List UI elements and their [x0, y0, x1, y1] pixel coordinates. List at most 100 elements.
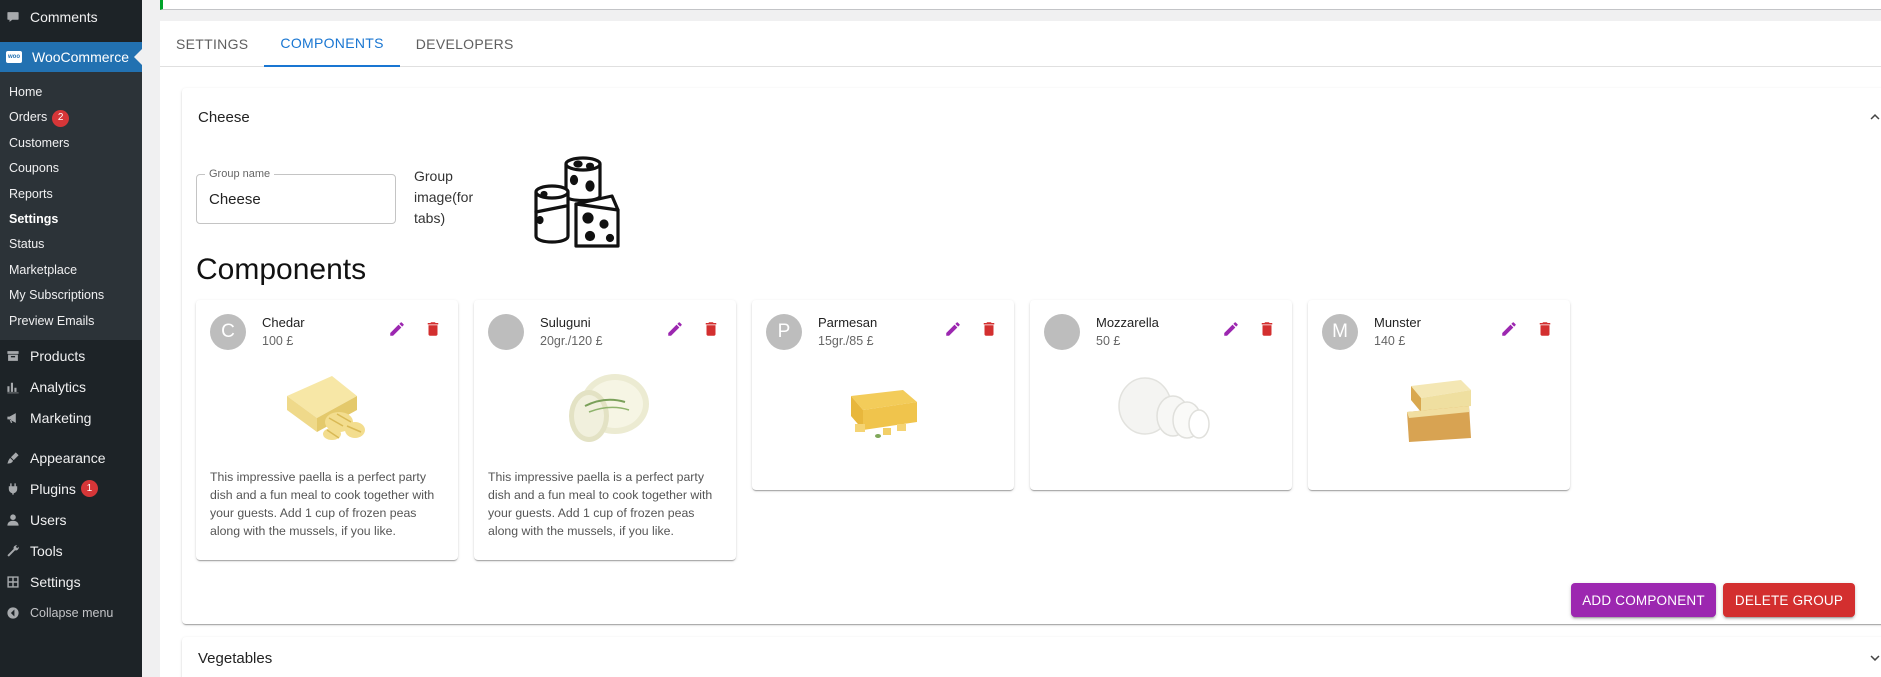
component-card: Suluguni 20gr./120 £ This impressive pae… [474, 300, 736, 560]
submenu-label: Orders [9, 110, 48, 125]
component-card: M Munster 140 £ [1308, 300, 1570, 490]
edit-icon[interactable] [1498, 318, 1520, 340]
component-price: 100 £ [262, 334, 294, 348]
menu-item-label: Products [30, 347, 86, 364]
group-panel-vegetables: Vegetables [182, 637, 1881, 677]
menu-item-comments[interactable]: Comments [0, 0, 142, 34]
component-name: Chedar [262, 315, 305, 330]
submenu-label: Reports [9, 186, 53, 201]
menu-item-label: Tools [30, 542, 63, 559]
megaphone-icon [6, 411, 20, 425]
group-panel-header[interactable]: Cheese [198, 88, 250, 146]
submenu-label: Home [9, 85, 43, 99]
edit-icon[interactable] [942, 318, 964, 340]
submenu-item-customers[interactable]: Customers [0, 131, 142, 156]
submenu-item-reports[interactable]: Reports [0, 182, 142, 207]
menu-item-label: Appearance [30, 449, 106, 466]
menu-item-label: Plugins [30, 480, 76, 497]
tab-components[interactable]: COMPONENTS [264, 21, 400, 67]
menu-item-label: Analytics [30, 378, 87, 395]
edit-icon[interactable] [664, 318, 686, 340]
collapse-menu-button[interactable]: Collapse menu [0, 597, 142, 628]
menu-item-label: Settings [30, 573, 81, 590]
menu-item-analytics[interactable]: Analytics [0, 371, 142, 402]
delete-icon[interactable] [1534, 318, 1556, 340]
components-heading: Components [196, 253, 367, 286]
menu-item-label: Marketing [30, 409, 92, 426]
submenu-item-marketplace[interactable]: Marketplace [0, 258, 142, 283]
chevron-up-icon[interactable] [1866, 108, 1881, 126]
main-content: SETTINGS COMPONENTS DEVELOPERS Cheese Gr… [142, 0, 1881, 677]
menu-item-label: Collapse menu [30, 605, 114, 620]
group-name-label: Group name [205, 168, 275, 180]
delete-group-button[interactable]: DELETE GROUP [1723, 583, 1855, 617]
group-name-value: Cheese [209, 191, 261, 208]
woocommerce-submenu: Home Orders 2 Customers Coupons Reports S… [0, 72, 142, 340]
tabs-bar: SETTINGS COMPONENTS DEVELOPERS [160, 21, 1881, 67]
component-name: Suluguni [540, 315, 591, 330]
submenu-item-my-subscriptions[interactable]: My Subscriptions [0, 283, 142, 308]
component-card: Mozzarella 50 £ [1030, 300, 1292, 490]
component-price: 50 £ [1096, 334, 1121, 348]
menu-item-users[interactable]: Users [0, 504, 142, 535]
archive-icon [6, 349, 20, 363]
settings-icon [6, 575, 20, 589]
admin-lower-menu: Products Analytics Marketing Appearance … [0, 340, 142, 628]
component-description: This impressive paella is a perfect part… [210, 470, 435, 538]
component-description: This impressive paella is a perfect part… [488, 470, 713, 538]
delete-icon[interactable] [700, 318, 722, 340]
admin-sidebar: Comments woo WooCommerce Home Orders 2 Cu… [0, 0, 142, 677]
component-name: Parmesan [818, 315, 878, 330]
plugins-update-badge: 1 [80, 480, 98, 497]
paintbrush-icon [6, 451, 20, 465]
component-card: P Parmesan 15gr./85 £ [752, 300, 1014, 490]
orders-count-badge: 2 [52, 109, 70, 127]
avatar: C [210, 314, 246, 350]
user-icon [6, 513, 20, 527]
delete-icon[interactable] [1256, 318, 1278, 340]
woocommerce-icon: woo [6, 51, 22, 63]
submenu-label: Marketplace [9, 262, 78, 277]
submenu-label: Preview Emails [9, 313, 95, 328]
group-panel-cheese: Cheese Group name Cheese Group image(for… [182, 88, 1881, 624]
menu-item-woocommerce[interactable]: woo WooCommerce [0, 42, 142, 72]
component-card: C Chedar 100 £ This impressive paella is… [196, 300, 458, 560]
edit-icon[interactable] [1220, 318, 1242, 340]
submenu-item-coupons[interactable]: Coupons [0, 156, 142, 181]
tab-settings[interactable]: SETTINGS [160, 21, 264, 67]
submenu-item-orders[interactable]: Orders 2 [0, 105, 142, 130]
cheddar-image [277, 366, 377, 446]
tab-developers[interactable]: DEVELOPERS [400, 21, 530, 67]
notice-bar [160, 0, 1881, 10]
group-panel-header[interactable]: Vegetables [198, 637, 272, 677]
submenu-item-home[interactable]: Home [0, 80, 142, 105]
menu-item-marketing[interactable]: Marketing [0, 402, 142, 433]
munster-image [1389, 366, 1489, 446]
menu-item-appearance[interactable]: Appearance [0, 442, 142, 473]
menu-item-settings[interactable]: Settings [0, 566, 142, 597]
submenu-item-status[interactable]: Status [0, 232, 142, 257]
component-price: 140 £ [1374, 334, 1406, 348]
collapse-icon [6, 606, 20, 620]
group-name-field[interactable]: Group name Cheese [196, 168, 396, 224]
submenu-label: Status [9, 237, 45, 252]
menu-item-label: Users [30, 511, 67, 528]
edit-icon[interactable] [386, 318, 408, 340]
wrench-icon [6, 544, 20, 558]
delete-icon[interactable] [978, 318, 1000, 340]
submenu-item-settings[interactable]: Settings [0, 207, 142, 232]
menu-item-products[interactable]: Products [0, 340, 142, 371]
avatar [488, 314, 524, 350]
mozzarella-image [1111, 366, 1211, 446]
submenu-item-preview-emails[interactable]: Preview Emails [0, 309, 142, 334]
plug-icon [6, 482, 20, 496]
delete-icon[interactable] [422, 318, 444, 340]
menu-item-tools[interactable]: Tools [0, 535, 142, 566]
menu-item-plugins[interactable]: Plugins 1 [0, 473, 142, 504]
add-component-button[interactable]: ADD COMPONENT [1571, 583, 1716, 617]
submenu-label: Settings [9, 211, 59, 226]
component-name: Mozzarella [1096, 315, 1159, 330]
avatar [1044, 314, 1080, 350]
cheese-group-icon[interactable] [530, 152, 630, 252]
chevron-down-icon[interactable] [1866, 649, 1881, 667]
